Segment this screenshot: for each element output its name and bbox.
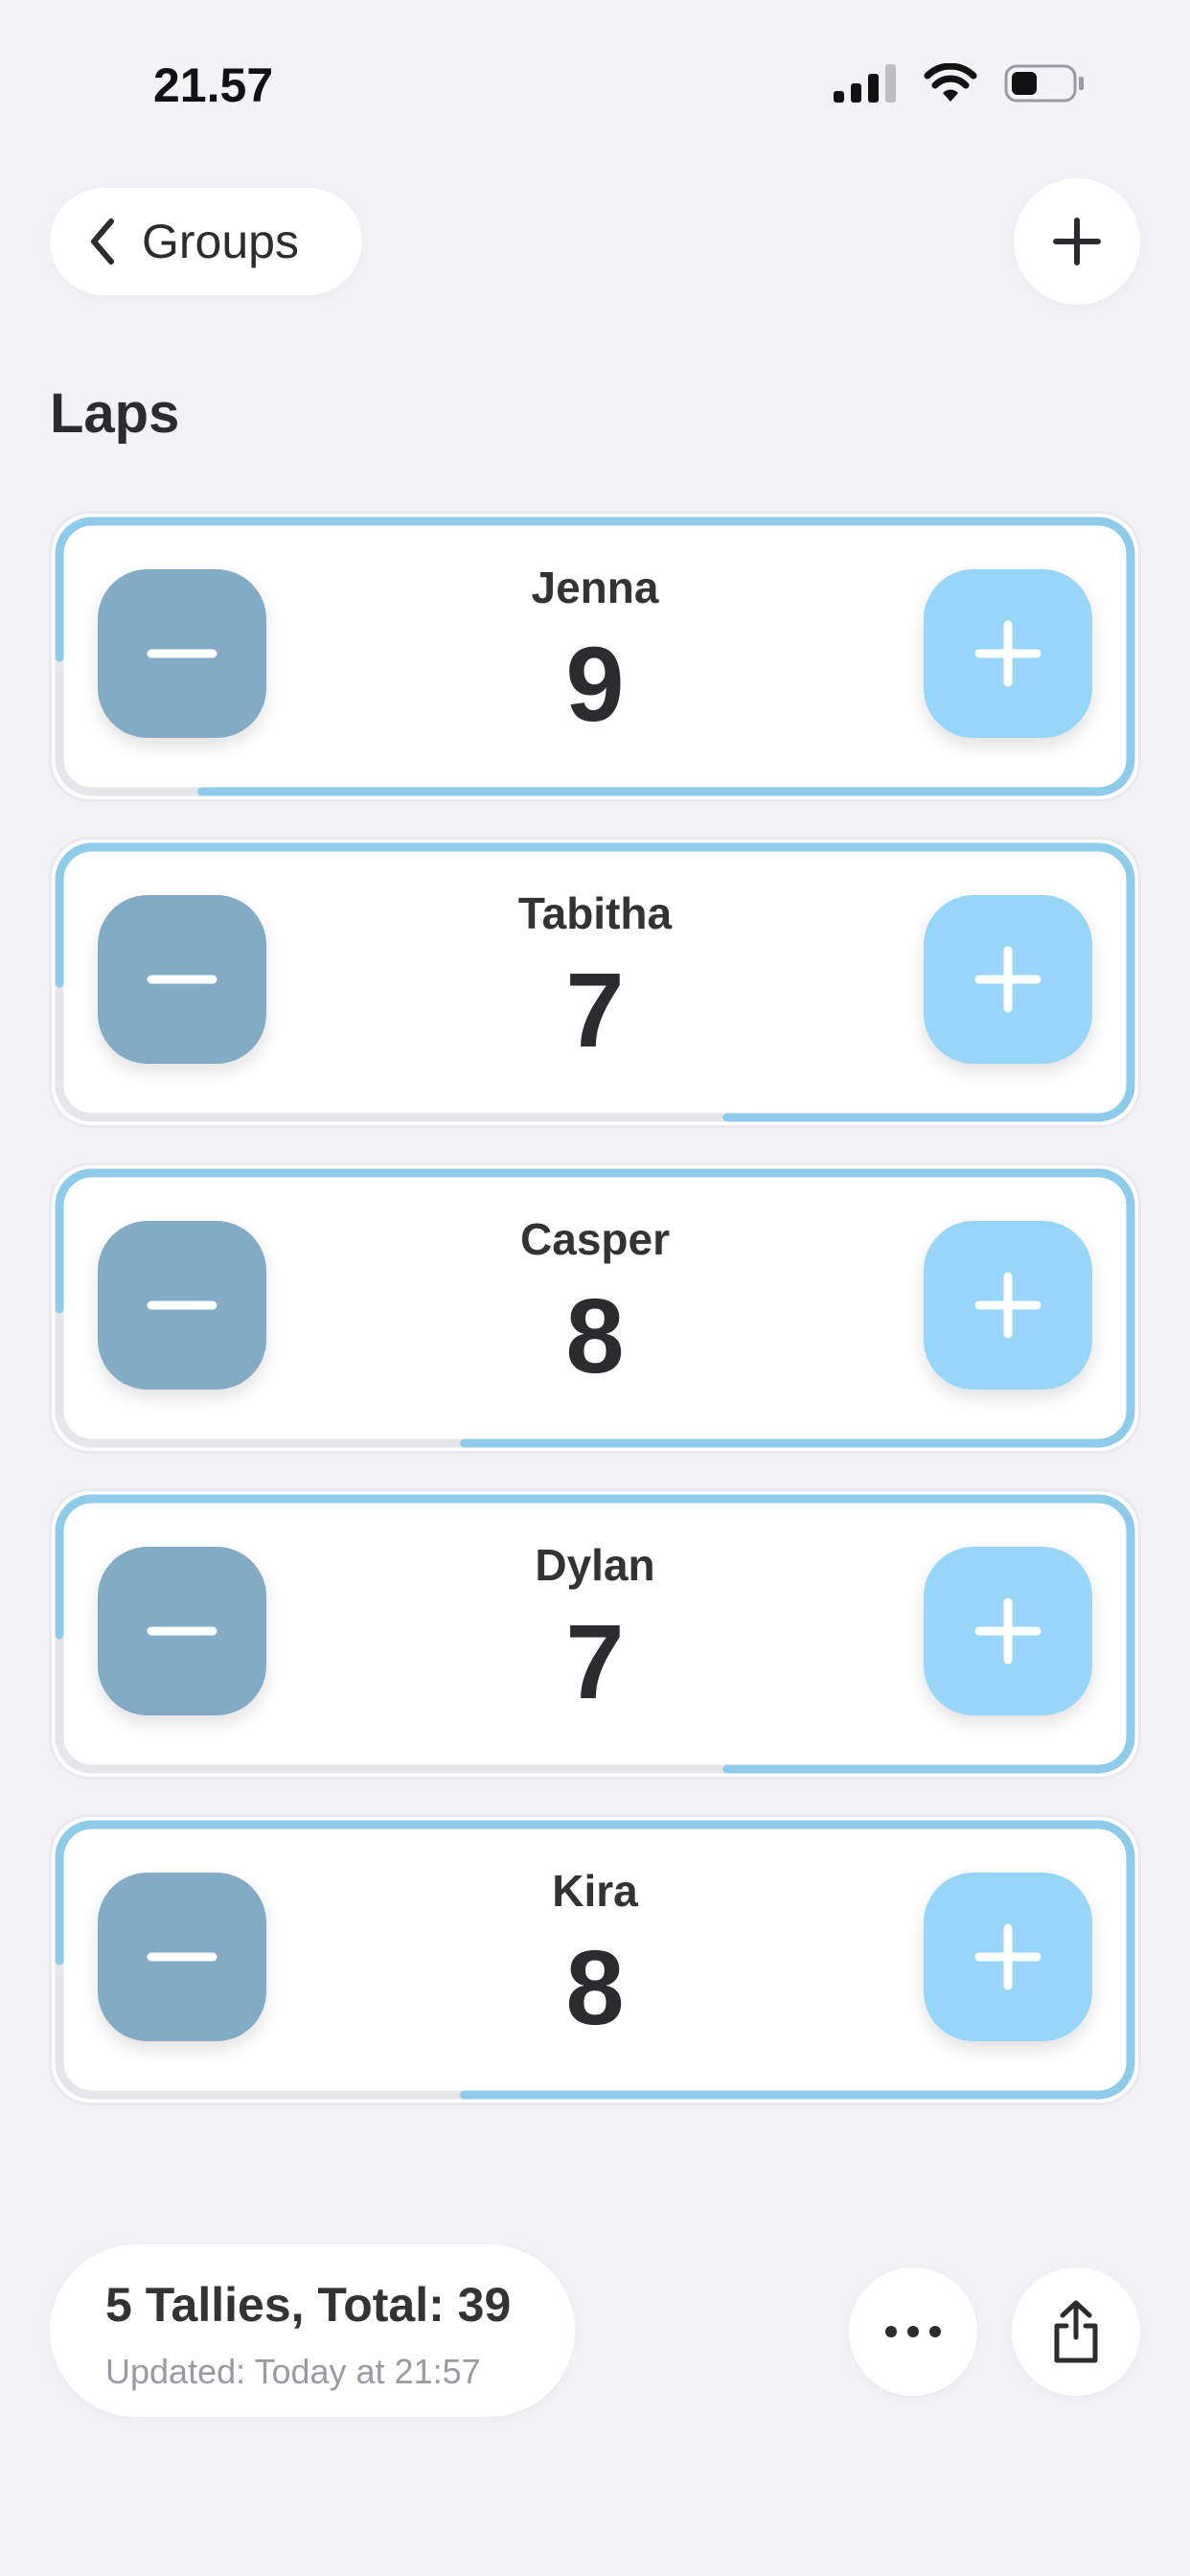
page-title: Laps bbox=[50, 382, 180, 445]
tally-card: Casper 8 bbox=[52, 1165, 1138, 1451]
plus-icon bbox=[974, 1598, 1041, 1665]
back-button[interactable]: Groups bbox=[50, 188, 362, 295]
battery-icon bbox=[1004, 64, 1084, 103]
status-time: 21.57 bbox=[153, 58, 274, 112]
increment-button[interactable] bbox=[924, 1221, 1092, 1390]
signal-icon bbox=[834, 64, 896, 103]
plus-icon bbox=[974, 1923, 1041, 1990]
wifi-icon bbox=[924, 63, 977, 102]
increment-button[interactable] bbox=[924, 1873, 1092, 2041]
summary-updated: Updated: Today at 21:57 bbox=[105, 2352, 481, 2391]
add-tally-button[interactable] bbox=[1014, 178, 1140, 305]
tally-card: Jenna 9 bbox=[52, 514, 1138, 799]
tally-card: Tabitha 7 bbox=[52, 840, 1138, 1125]
back-label: Groups bbox=[142, 215, 299, 268]
increment-button[interactable] bbox=[924, 895, 1092, 1064]
share-icon bbox=[1054, 2300, 1098, 2363]
ellipsis-icon bbox=[885, 2326, 941, 2337]
tally-card: Kira 8 bbox=[52, 1817, 1138, 2103]
share-button[interactable] bbox=[1012, 2267, 1140, 2396]
increment-button[interactable] bbox=[924, 1547, 1092, 1715]
plus-icon bbox=[974, 946, 1041, 1013]
plus-icon bbox=[974, 1272, 1041, 1339]
tally-card: Dylan 7 bbox=[52, 1491, 1138, 1777]
increment-button[interactable] bbox=[924, 569, 1092, 738]
plus-icon bbox=[974, 620, 1041, 687]
summary-total: 5 Tallies, Total: 39 bbox=[105, 2278, 512, 2332]
summary-pill: 5 Tallies, Total: 39 Updated: Today at 2… bbox=[50, 2244, 575, 2417]
tally-list: Jenna 9 Tabitha 7 Casper 8 Dylan 7 Kira … bbox=[52, 514, 1138, 2143]
more-button[interactable] bbox=[849, 2267, 977, 2396]
status-icons bbox=[834, 63, 1085, 104]
plus-icon bbox=[1053, 218, 1101, 265]
chevron-left-icon bbox=[91, 218, 114, 264]
